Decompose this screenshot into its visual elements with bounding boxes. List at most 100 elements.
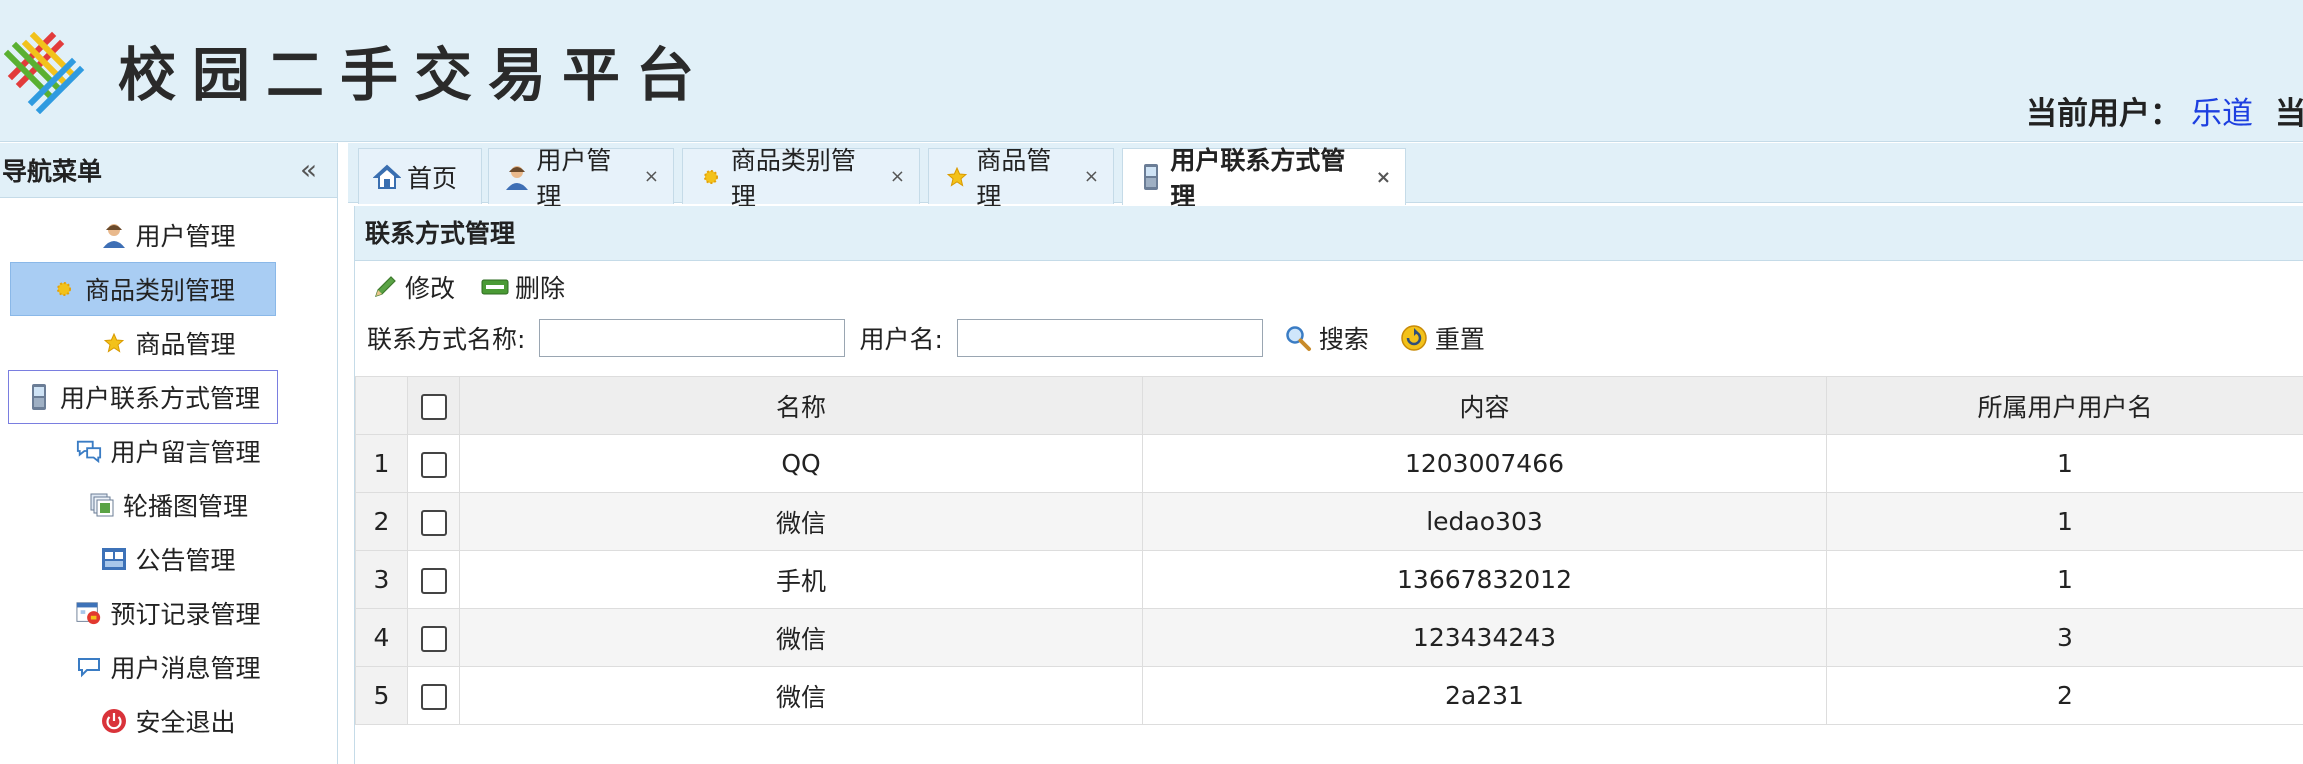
column-header-name[interactable]: 名称 [459,376,1143,435]
sidebar-item-label: 预订记录管理 [110,600,261,629]
tab-category-management[interactable]: 商品类别管理 × [682,146,920,211]
row-number: 2 [355,492,408,551]
sidebar-item-user-management[interactable]: 用户管理 [10,208,327,262]
calendar-icon [76,600,102,626]
sidebar-header: 导航菜单 « [0,143,337,198]
sun-icon [697,163,725,191]
search-button[interactable]: 搜索 [1283,320,1369,356]
sidebar-item-booking-management[interactable]: 预订记录管理 [10,586,327,640]
star-icon [943,163,970,191]
column-header-owner[interactable]: 所属用户用户名 [1826,376,2303,435]
toolbar: 修改 删除 [355,261,2303,313]
header: 校园二手交易平台 当前用户： 乐道当 [0,0,2303,142]
table-header-row: 名称 内容 所属用户用户名 [355,376,2303,435]
row-checkbox[interactable] [420,626,447,652]
row-number: 1 [355,434,408,493]
tab-user-management[interactable]: 用户管理 × [488,146,674,211]
star-icon [101,330,127,356]
user-icon [101,222,127,248]
images-icon [89,492,115,518]
tab-label: 用户联系方式管理 [1170,146,1346,211]
cell-owner: 2 [1826,666,2303,725]
cell-name: 微信 [459,666,1143,725]
search-icon [1283,323,1313,353]
row-checkbox[interactable] [420,684,447,710]
logo-icon [4,31,85,114]
tab-label: 用户管理 [536,145,612,211]
contact-table: 名称 内容 所属用户用户名 1 QQ 1203007466 1 2 微信 led… [355,376,2303,725]
search-bar: 联系方式名称: 用户名: 搜索 重置 [355,313,2303,363]
delete-button[interactable]: 删除 [481,269,565,305]
delete-button-label: 删除 [515,274,566,303]
close-icon[interactable]: × [1376,167,1391,188]
close-icon[interactable]: × [644,166,659,187]
panel-title: 联系方式管理 [355,206,2303,261]
sidebar-item-label: 用户管理 [135,222,236,251]
sidebar-item-carousel-management[interactable]: 轮播图管理 [10,478,327,532]
row-checkbox[interactable] [420,568,447,594]
row-checkbox[interactable] [420,452,447,478]
user-icon [503,163,530,191]
search-button-label: 搜索 [1318,325,1369,354]
sidebar-item-notice-management[interactable]: 公告管理 [10,532,327,586]
tab-home[interactable]: 首页 [358,148,482,204]
cell-name: QQ [459,434,1143,493]
row-checkbox[interactable] [420,510,447,536]
row-select-cell [407,666,460,725]
tab-contact-management[interactable]: 用户联系方式管理 × [1122,146,1406,211]
row-select-cell [407,608,460,667]
sidebar-item-label: 用户联系方式管理 [59,384,260,413]
board-icon [101,546,127,572]
cell-content: 1203007466 [1142,434,1827,493]
row-select-cell [407,492,460,551]
home-icon [373,163,401,191]
close-icon[interactable]: × [890,166,905,187]
username-label: 用户名: [859,325,943,354]
sidebar-item-contact-management[interactable]: 用户联系方式管理 [8,370,278,424]
sidebar-item-label: 商品类别管理 [84,276,235,305]
table-row[interactable]: 4 微信 123434243 3 [355,608,2303,667]
tab-goods-management[interactable]: 商品管理 × [928,146,1114,211]
table-row[interactable]: 1 QQ 1203007466 1 [355,434,2303,493]
close-icon[interactable]: × [1084,166,1099,187]
sidebar-title: 导航菜单 [2,157,103,186]
row-number: 5 [355,666,408,725]
sidebar-item-goods-management[interactable]: 商品管理 [10,316,327,370]
sidebar-item-message-management[interactable]: 用户消息管理 [10,640,327,694]
collapse-icon[interactable]: « [300,153,317,186]
cell-content: 2a231 [1142,666,1827,725]
sidebar-item-label: 用户留言管理 [110,438,261,467]
cell-content: 123434243 [1142,608,1827,667]
sidebar: 导航菜单 « 用户管理 商品类别管理 商品管理 用户联系方式管理 用户留言管理 … [0,143,338,764]
nav-menu: 用户管理 商品类别管理 商品管理 用户联系方式管理 用户留言管理 轮播图管理 公… [0,208,337,748]
cell-name: 微信 [459,492,1143,551]
cell-owner: 1 [1826,492,2303,551]
sidebar-item-label: 用户消息管理 [110,654,261,683]
column-header-content[interactable]: 内容 [1142,376,1827,435]
table-row[interactable]: 3 手机 13667832012 1 [355,550,2303,609]
row-select-cell [407,550,460,609]
phone-icon [1137,163,1164,191]
sidebar-item-category-management[interactable]: 商品类别管理 [10,262,276,316]
select-all-checkbox[interactable] [420,394,447,420]
contact-name-input[interactable] [539,319,846,357]
sidebar-item-label: 安全退出 [135,708,236,737]
edit-button[interactable]: 修改 [371,269,455,305]
pencil-icon [371,273,399,301]
cell-content: 13667832012 [1142,550,1827,609]
cell-owner: 1 [1826,550,2303,609]
cell-name: 微信 [459,608,1143,667]
cell-owner: 3 [1826,608,2303,667]
table-row[interactable]: 5 微信 2a231 2 [355,666,2303,725]
table-row[interactable]: 2 微信 ledao303 1 [355,492,2303,551]
sidebar-item-comment-management[interactable]: 用户留言管理 [10,424,327,478]
sidebar-item-label: 公告管理 [135,546,236,575]
contact-name-label: 联系方式名称: [367,325,526,354]
phone-icon [26,384,52,410]
row-select-cell [407,434,460,493]
message-icon [76,654,102,680]
sidebar-item-logout[interactable]: 安全退出 [10,694,327,748]
username-input[interactable] [956,319,1263,357]
current-user-link[interactable]: 乐道 [2191,96,2253,132]
reset-button[interactable]: 重置 [1399,320,1485,356]
